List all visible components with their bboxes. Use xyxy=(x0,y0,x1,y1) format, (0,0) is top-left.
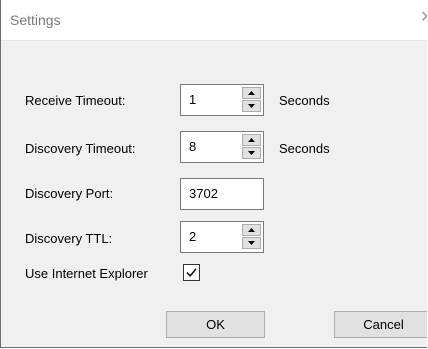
discovery-port-value[interactable]: 3702 xyxy=(189,186,218,201)
receive-timeout-spinner[interactable] xyxy=(242,87,261,113)
use-ie-label: Use Internet Explorer xyxy=(25,266,148,281)
discovery-timeout-unit: Seconds xyxy=(279,141,330,156)
receive-timeout-unit: Seconds xyxy=(279,93,330,108)
spin-down-icon[interactable] xyxy=(242,147,261,159)
window-title: Settings xyxy=(10,12,61,28)
discovery-port-label: Discovery Port: xyxy=(25,186,114,201)
cancel-button[interactable]: Cancel xyxy=(334,311,427,338)
discovery-ttl-label: Discovery TTL: xyxy=(25,231,113,246)
ok-button[interactable]: OK xyxy=(166,311,265,338)
spin-down-icon[interactable] xyxy=(242,100,261,112)
discovery-timeout-spinbox[interactable]: 8 xyxy=(180,131,264,163)
receive-timeout-value[interactable]: 1 xyxy=(189,92,196,107)
discovery-timeout-spinner[interactable] xyxy=(242,134,261,160)
checkmark-icon xyxy=(186,268,197,277)
settings-dialog: Settings ✕ Receive Timeout: 1 Seconds Di… xyxy=(0,0,427,348)
discovery-timeout-value[interactable]: 8 xyxy=(189,139,196,154)
close-icon[interactable]: ✕ xyxy=(420,10,427,26)
spin-up-icon[interactable] xyxy=(242,87,261,99)
discovery-timeout-label: Discovery Timeout: xyxy=(25,141,136,156)
title-bar: Settings ✕ xyxy=(1,0,427,41)
spin-up-icon[interactable] xyxy=(242,224,261,236)
discovery-ttl-value[interactable]: 2 xyxy=(189,229,196,244)
use-ie-checkbox[interactable] xyxy=(183,264,200,281)
spin-down-icon[interactable] xyxy=(242,237,261,249)
receive-timeout-spinbox[interactable]: 1 xyxy=(180,84,264,116)
discovery-ttl-spinner[interactable] xyxy=(242,224,261,250)
receive-timeout-label: Receive Timeout: xyxy=(25,93,126,108)
discovery-ttl-spinbox[interactable]: 2 xyxy=(180,221,264,253)
spin-up-icon[interactable] xyxy=(242,134,261,146)
discovery-port-input[interactable]: 3702 xyxy=(180,178,264,210)
